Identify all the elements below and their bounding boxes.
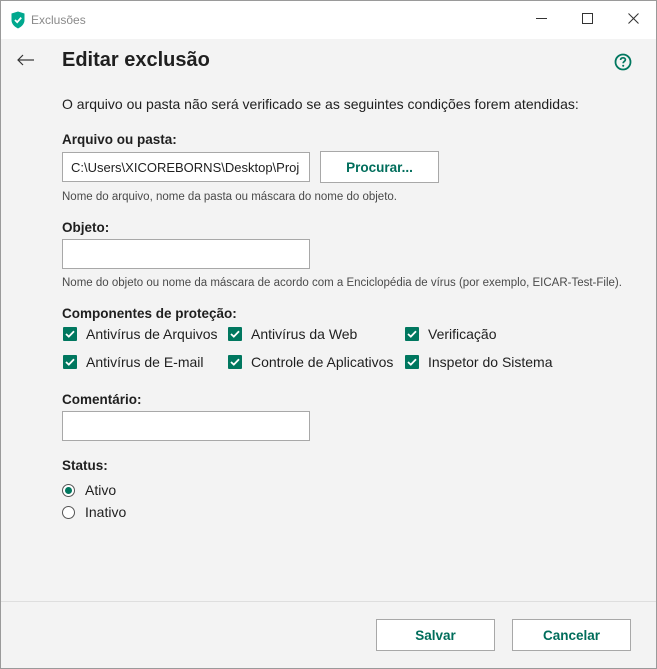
- object-label: Objeto:: [62, 220, 110, 235]
- radio-label: Inativo: [85, 504, 127, 520]
- arrow-left-icon: [17, 53, 35, 71]
- checkbox-web-antivirus[interactable]: Antivírus da Web: [228, 324, 357, 344]
- checkmark-icon: [405, 327, 419, 341]
- radio-label: Ativo: [85, 482, 117, 498]
- radio-button-selected-icon: [62, 483, 75, 497]
- checkmark-icon: [63, 327, 77, 341]
- checkbox-label: Antivírus de E-mail: [86, 354, 204, 370]
- radio-inactive[interactable]: Inativo: [62, 502, 126, 522]
- maximize-button[interactable]: [564, 1, 610, 39]
- help-button[interactable]: [614, 53, 632, 71]
- checkbox-system-watcher[interactable]: Inspetor do Sistema: [405, 352, 553, 372]
- kaspersky-shield-icon: [11, 11, 25, 29]
- checkmark-icon: [405, 355, 419, 369]
- radio-button-icon: [62, 505, 75, 519]
- close-icon: [627, 11, 639, 29]
- checkbox-label: Antivírus de Arquivos: [86, 326, 218, 342]
- close-button[interactable]: [610, 1, 656, 39]
- comment-input[interactable]: [62, 411, 310, 441]
- page-title: Editar exclusão: [62, 49, 210, 71]
- cancel-button[interactable]: Cancelar: [512, 619, 631, 651]
- checkmark-icon: [228, 327, 242, 341]
- checkbox-scan[interactable]: Verificação: [405, 324, 496, 344]
- file-label: Arquivo ou pasta:: [62, 132, 177, 147]
- checkbox-label: Inspetor do Sistema: [428, 354, 553, 370]
- checkbox-label: Antivírus da Web: [251, 326, 358, 342]
- checkmark-icon: [228, 355, 242, 369]
- checkbox-mail-antivirus[interactable]: Antivírus de E-mail: [63, 352, 203, 372]
- main-content: Editar exclusão O arquivo ou pasta não s…: [1, 39, 656, 601]
- maximize-icon: [581, 11, 593, 29]
- save-button[interactable]: Salvar: [376, 619, 495, 651]
- checkbox-label: Controle de Aplicativos: [251, 354, 394, 370]
- browse-button[interactable]: Procurar...: [320, 151, 439, 183]
- object-input[interactable]: [62, 239, 310, 269]
- checkbox-app-control[interactable]: Controle de Aplicativos: [228, 352, 393, 372]
- file-path-input[interactable]: [62, 152, 310, 182]
- minimize-icon: [535, 11, 547, 29]
- components-label: Componentes de proteção:: [62, 306, 237, 321]
- back-button[interactable]: [15, 52, 37, 72]
- comment-label: Comentário:: [62, 392, 142, 407]
- object-hint: Nome do objeto ou nome da máscara de aco…: [62, 277, 622, 289]
- title-bar: Exclusões: [1, 1, 656, 39]
- question-circle-icon: [614, 53, 632, 75]
- intro-text: O arquivo ou pasta não será verificado s…: [62, 96, 579, 112]
- exclusions-window: Exclusões Editar exclusão O arquivo ou p…: [0, 0, 657, 669]
- dialog-footer: Salvar Cancelar: [1, 601, 656, 668]
- window-title: Exclusões: [31, 13, 86, 27]
- status-label: Status:: [62, 458, 108, 473]
- radio-active[interactable]: Ativo: [62, 480, 116, 500]
- minimize-button[interactable]: [518, 1, 564, 39]
- checkbox-file-antivirus[interactable]: Antivírus de Arquivos: [63, 324, 218, 344]
- checkbox-label: Verificação: [428, 326, 497, 342]
- file-hint: Nome do arquivo, nome da pasta ou máscar…: [62, 191, 397, 203]
- checkmark-icon: [63, 355, 77, 369]
